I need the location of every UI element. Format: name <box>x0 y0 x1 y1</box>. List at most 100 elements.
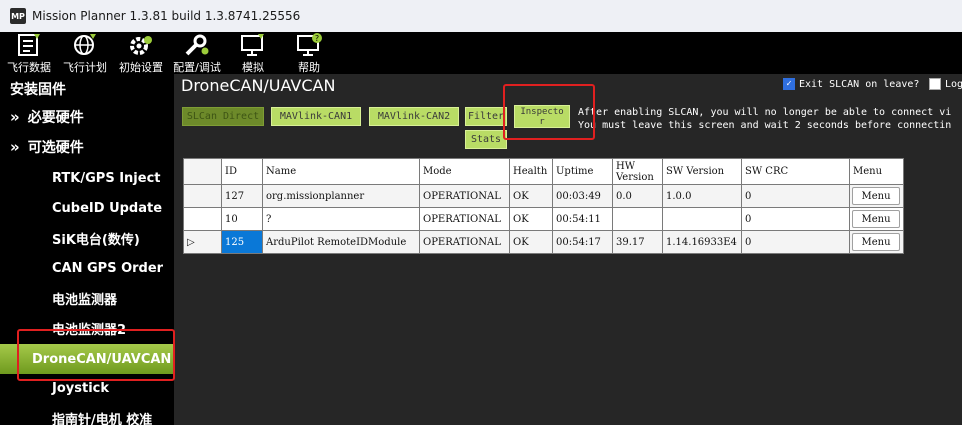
cell-name[interactable]: ? <box>262 207 420 231</box>
table-row[interactable]: 10 ? OPERATIONAL OK 00:54:11 0 Menu <box>183 207 904 231</box>
cell-health[interactable]: OK <box>509 207 553 231</box>
sidebar-item-compass-motor-calibration[interactable]: 指南针/电机 校准 <box>0 403 174 425</box>
sidebar-item-label: RTK/GPS Inject <box>52 170 161 186</box>
column-header-sw-version[interactable]: SW Version <box>662 158 742 185</box>
flight-data-icon <box>15 32 43 58</box>
main-toolbar: 飞行数据 飞行计划 初始设置 配置/调试 模拟 ? 帮助 <box>0 32 962 74</box>
cell-name[interactable]: ArduPilot RemoteIDModule <box>262 230 420 254</box>
sidebar-item-label: 安装固件 <box>10 82 66 98</box>
cell-mode[interactable]: OPERATIONAL <box>419 207 510 231</box>
menu-button[interactable]: Menu <box>852 187 900 205</box>
table-row[interactable]: 127 org.missionplanner OPERATIONAL OK 00… <box>183 184 904 208</box>
exit-slcan-label: Exit SLCAN on leave? <box>799 78 920 90</box>
cell-uptime[interactable]: 00:54:17 <box>552 230 613 254</box>
cell-menu: Menu <box>849 184 904 208</box>
column-header-sw-crc[interactable]: SW CRC <box>741 158 850 185</box>
cell-name[interactable]: org.missionplanner <box>262 184 420 208</box>
cell-id[interactable]: 10 <box>221 207 263 231</box>
exit-slcan-checkbox[interactable]: ✓ Exit SLCAN on leave? <box>783 78 919 90</box>
cell-menu: Menu <box>849 207 904 231</box>
toolbar-simulation-label: 模拟 <box>242 61 264 74</box>
log-label: Log <box>945 78 962 90</box>
column-header-health[interactable]: Health <box>509 158 553 185</box>
log-checkbox[interactable]: Log <box>929 78 962 90</box>
cell-sw-crc[interactable]: 0 <box>741 207 850 231</box>
cell-sw-crc[interactable]: 0 <box>741 230 850 254</box>
inspector-highlight-box <box>503 84 595 140</box>
row-header[interactable] <box>183 184 222 208</box>
toolbar-flight-plan[interactable]: 飞行计划 <box>60 32 110 75</box>
row-header-corner <box>183 158 222 185</box>
mavlink-can2-button[interactable]: MAVlink-CAN2 <box>369 107 459 126</box>
cell-sw-crc[interactable]: 0 <box>741 184 850 208</box>
sidebar-item-label: 电池监测器 <box>52 292 118 308</box>
toolbar-initial-setup-label: 初始设置 <box>119 61 163 74</box>
toolbar-flight-data[interactable]: 飞行数据 <box>4 32 54 75</box>
cell-menu: Menu <box>849 230 904 254</box>
current-row-indicator-icon[interactable]: ▷ <box>183 230 222 254</box>
column-header-id[interactable]: ID <box>221 158 263 185</box>
stats-button[interactable]: Stats <box>465 130 507 149</box>
column-header-hw-version[interactable]: HW Version <box>612 158 663 185</box>
dronecan-highlight-box <box>17 329 175 381</box>
sidebar-item-sik-radio[interactable]: SiK电台(数传) <box>0 223 174 253</box>
cell-health[interactable]: OK <box>509 184 553 208</box>
slcan-info-line-1: After enabling SLCAN, you will no longer… <box>578 107 952 118</box>
cell-sw-version[interactable] <box>662 207 742 231</box>
row-header[interactable] <box>183 207 222 231</box>
column-header-name[interactable]: Name <box>262 158 420 185</box>
toolbar-config-tuning[interactable]: 配置/调试 <box>172 32 222 75</box>
initial-setup-icon <box>127 32 155 58</box>
simulation-icon <box>239 32 267 58</box>
expand-arrow-icon: » <box>10 108 20 126</box>
toolbar-flight-plan-label: 飞行计划 <box>63 61 107 74</box>
cell-id[interactable]: 127 <box>221 184 263 208</box>
menu-button[interactable]: Menu <box>852 210 900 228</box>
sidebar-item-rtk-gps-inject[interactable]: RTK/GPS Inject <box>0 163 174 193</box>
cell-id[interactable]: 125 <box>221 230 263 254</box>
sidebar-item-label: SiK电台(数传) <box>52 232 140 248</box>
title-bar: MP Mission Planner 1.3.81 build 1.3.8741… <box>0 0 962 32</box>
cell-sw-version[interactable]: 1.14.16933E4 <box>662 230 742 254</box>
cell-uptime[interactable]: 00:03:49 <box>552 184 613 208</box>
slcan-direct-button[interactable]: SLCan Direct <box>182 107 264 126</box>
cell-mode[interactable]: OPERATIONAL <box>419 184 510 208</box>
cell-sw-version[interactable]: 1.0.0 <box>662 184 742 208</box>
sidebar-item-label: CAN GPS Order <box>52 260 164 276</box>
svg-text:?: ? <box>315 34 319 43</box>
menu-button[interactable]: Menu <box>852 233 900 251</box>
cell-health[interactable]: OK <box>509 230 553 254</box>
flight-plan-icon <box>71 32 99 58</box>
filter-button[interactable]: Filter <box>465 107 507 126</box>
sidebar-group-mandatory-hardware[interactable]: » 必要硬件 <box>0 102 174 132</box>
window-title: Mission Planner 1.3.81 build 1.3.8741.25… <box>32 9 301 23</box>
sidebar-group-optional-hardware[interactable]: » 可选硬件 <box>0 132 174 162</box>
expand-arrow-icon: » <box>10 138 20 156</box>
cell-mode[interactable]: OPERATIONAL <box>419 230 510 254</box>
sidebar-item-label: 指南针/电机 校准 <box>52 412 153 425</box>
mavlink-can1-button[interactable]: MAVlink-CAN1 <box>271 107 361 126</box>
column-header-menu[interactable]: Menu <box>849 158 904 185</box>
cell-uptime[interactable]: 00:54:11 <box>552 207 613 231</box>
column-header-mode[interactable]: Mode <box>419 158 510 185</box>
table-header-row: ID Name Mode Health Uptime HW Version SW… <box>183 158 904 185</box>
sidebar-item-label: CubeID Update <box>52 200 163 216</box>
toolbar-flight-data-label: 飞行数据 <box>7 61 51 74</box>
column-header-uptime[interactable]: Uptime <box>552 158 613 185</box>
sidebar-item-install-firmware[interactable]: 安装固件 <box>0 74 174 104</box>
toolbar-help[interactable]: ? 帮助 <box>284 32 334 75</box>
node-table: ID Name Mode Health Uptime HW Version SW… <box>183 158 904 254</box>
sidebar-item-cubeid-update[interactable]: CubeID Update <box>0 193 174 223</box>
toolbar-initial-setup[interactable]: 初始设置 <box>116 32 166 75</box>
cell-hw-version[interactable] <box>612 207 663 231</box>
cell-hw-version[interactable]: 39.17 <box>612 230 663 254</box>
toolbar-config-tuning-label: 配置/调试 <box>173 61 221 74</box>
table-row[interactable]: ▷ 125 ArduPilot RemoteIDModule OPERATION… <box>183 230 904 254</box>
sidebar-item-battery-monitor[interactable]: 电池监测器 <box>0 283 174 313</box>
sidebar-item-label: 必要硬件 <box>27 110 84 126</box>
cell-hw-version[interactable]: 0.0 <box>612 184 663 208</box>
toolbar-simulation[interactable]: 模拟 <box>228 32 278 75</box>
sidebar-item-can-gps-order[interactable]: CAN GPS Order <box>0 253 174 283</box>
app-logo-icon: MP <box>10 8 26 24</box>
sidebar-item-label: Joystick <box>52 380 110 396</box>
